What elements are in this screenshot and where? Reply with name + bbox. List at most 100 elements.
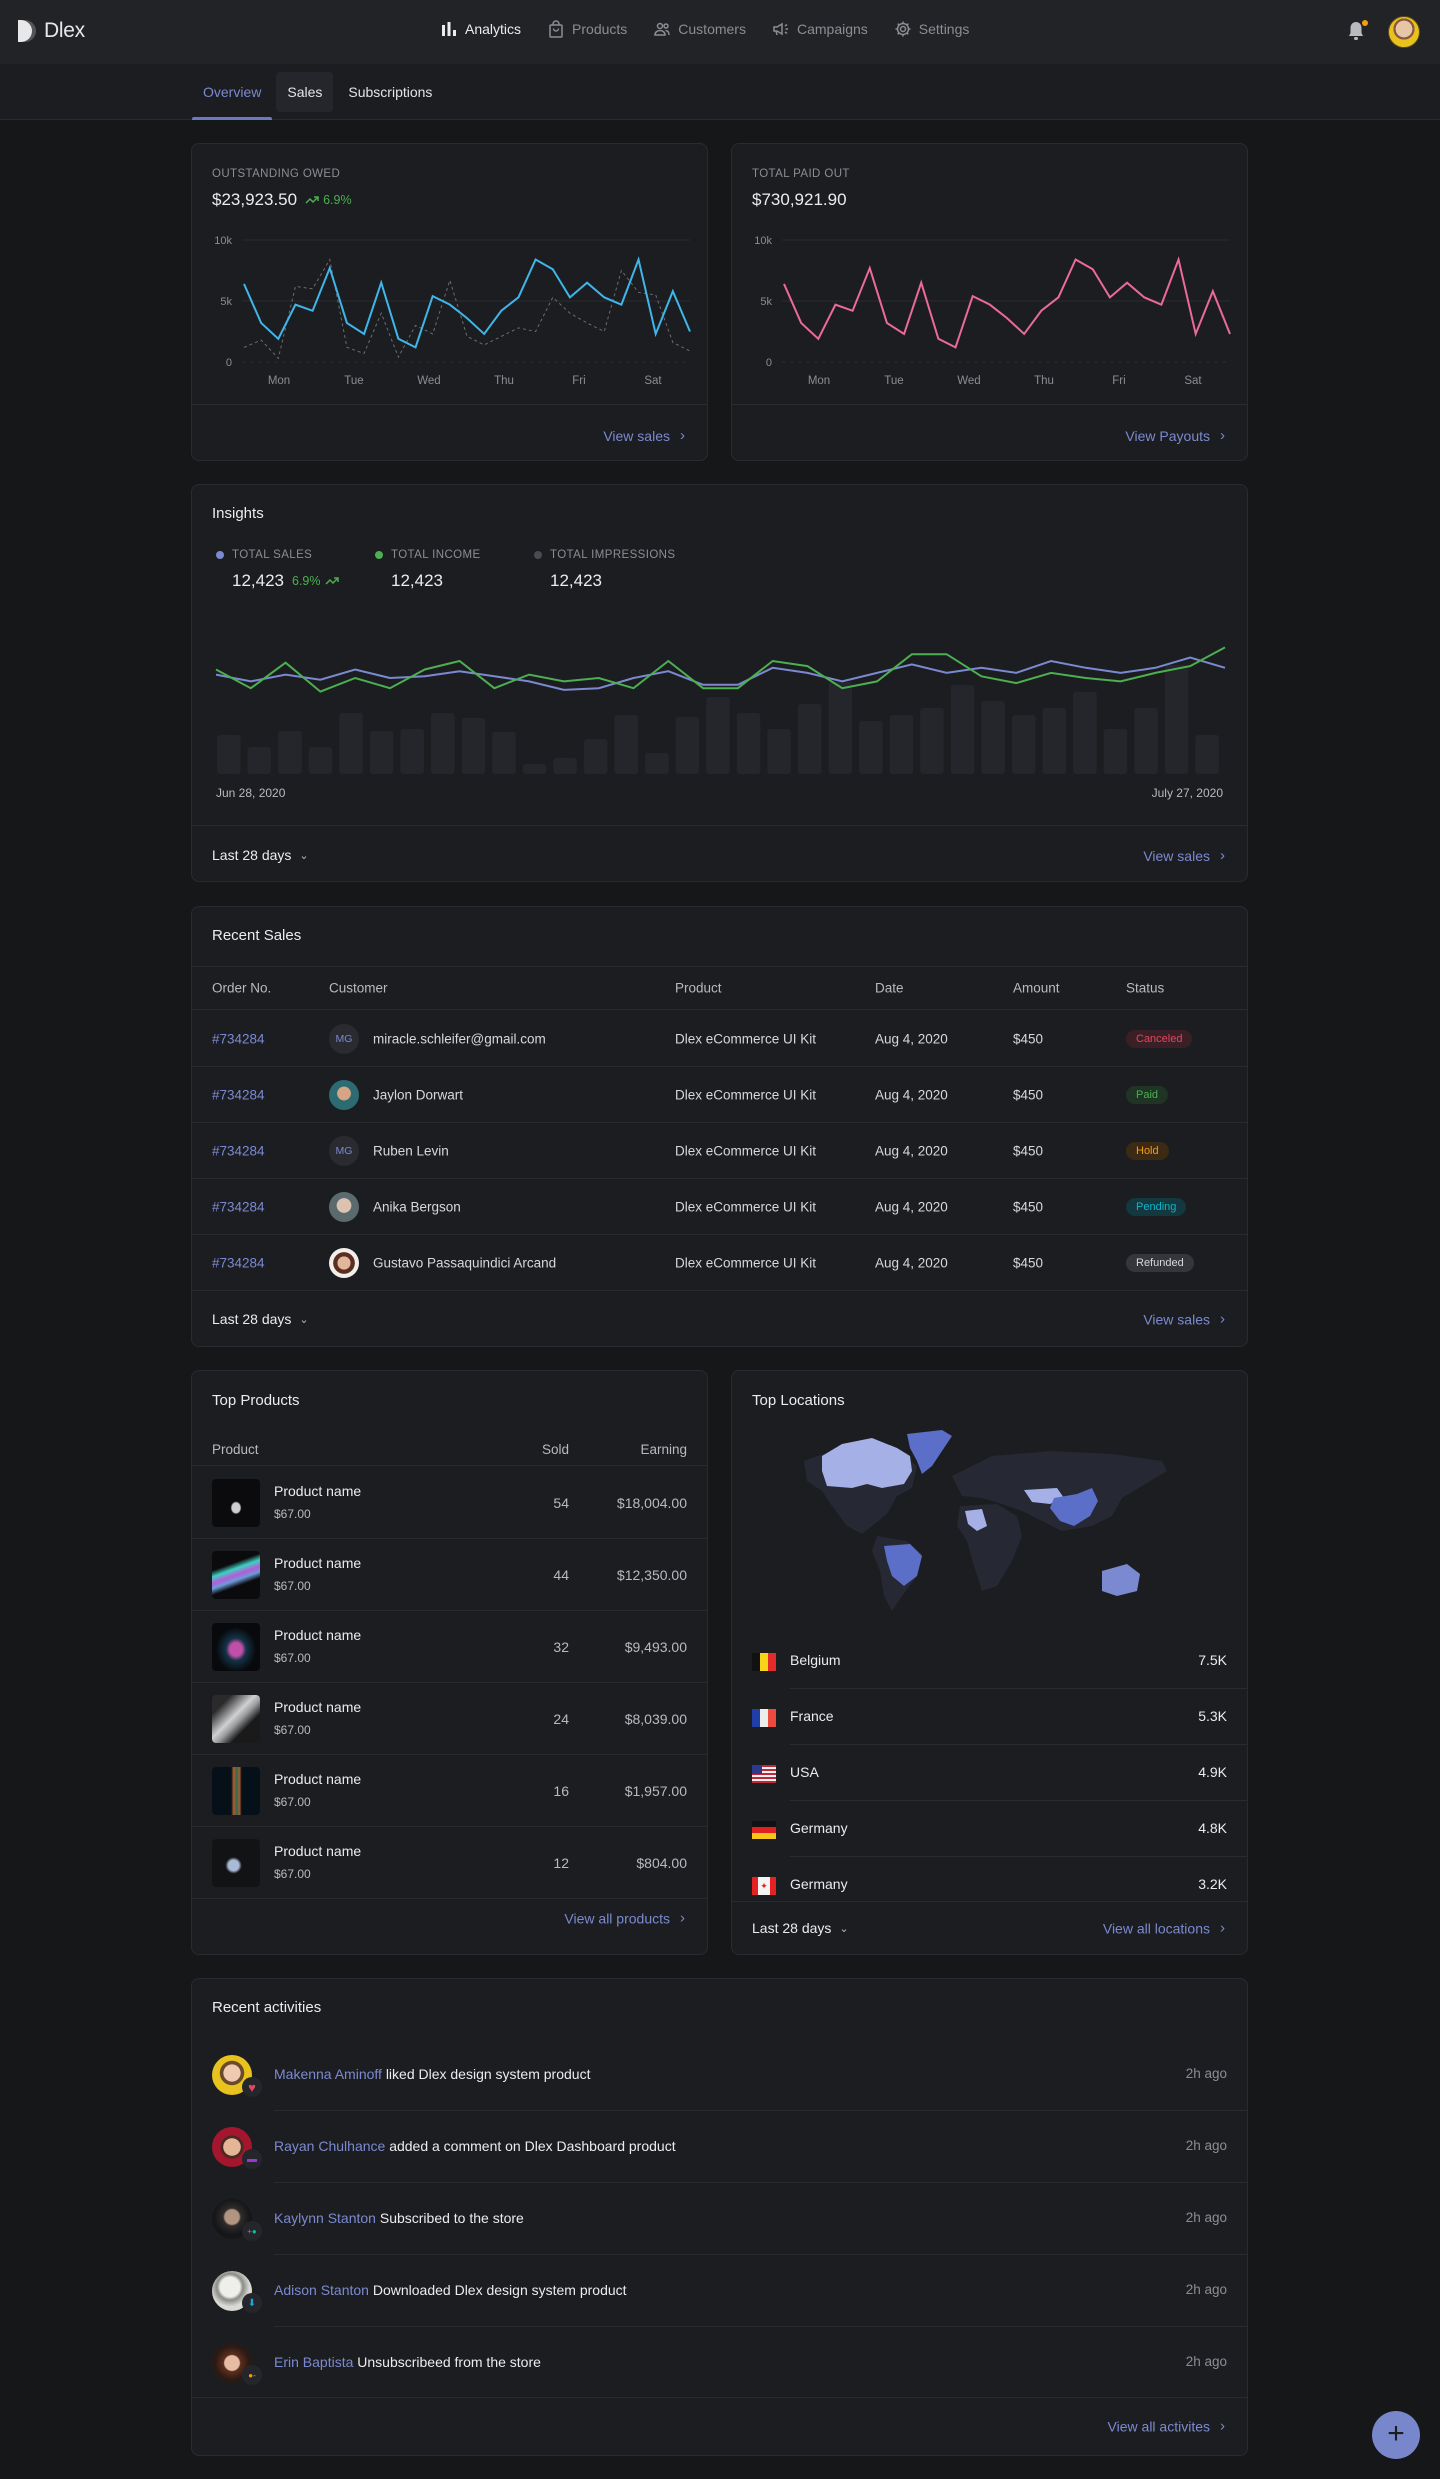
view-all-products-link[interactable]: View all products › [564,1910,685,1927]
column-header: Product [675,980,722,996]
nav-item-settings[interactable]: Settings [894,20,970,38]
product-earning: $9,493.00 [624,1639,687,1655]
table-row[interactable]: #734284 MG Ruben Levin Dlex eCommerce UI Ki… [192,1123,1247,1179]
table-row[interactable]: #734284 MG miracle.schleifer@gmail.com Dlex… [192,1011,1247,1067]
view-sales-link[interactable]: View sales › [1143,847,1225,864]
y-tick-label: 0 [766,357,772,369]
outstanding-amount: $23,923.50 6.9% [212,190,352,210]
activity-time: 2h ago [1185,2210,1227,2225]
nav-item-customers[interactable]: Customers [653,20,746,38]
product-name: Dlex eCommerce UI Kit [675,1031,817,1046]
table-row[interactable]: #734284 Gustavo Passaquindici Arcand Dlex … [192,1235,1247,1291]
add-button[interactable]: + [1372,2411,1420,2459]
impressions-bar [308,747,333,774]
activity-user-link[interactable]: Adison Stanton [274,2282,369,2298]
activity-item: ⬇ Adison Stanton Downloaded Dlex design s… [192,2255,1247,2327]
order-number-link[interactable]: #734284 [212,1199,265,1214]
order-number-link[interactable]: #734284 [212,1087,265,1102]
legend-dot [534,551,542,559]
impressions-bar [1134,708,1158,774]
map-canada [822,1438,912,1488]
location-row[interactable]: ✦ Germany 3.2K [732,1857,1247,1913]
location-row[interactable]: Belgium 7.5K [732,1633,1247,1689]
dropdown-value: Last 28 days [752,1920,832,1936]
order-date: Aug 4, 2020 [875,1199,948,1214]
date-range-dropdown[interactable]: Last 28 days ⌄ [212,1311,309,1327]
logo[interactable]: Dlex [18,19,85,43]
order-number-link[interactable]: #734284 [212,1255,265,1270]
table-row[interactable]: #734284 Anika Bergson Dlex eCommerce UI Ki… [192,1179,1247,1235]
nav-item-products[interactable]: Products [547,20,627,38]
belgium-flag-icon [752,1653,776,1671]
impressions-bar [492,732,516,774]
chevron-right-icon: › [680,1909,685,1927]
impressions-bar [797,704,822,774]
y-tick-label: 10k [214,235,232,247]
activity-user-link[interactable]: Erin Baptista [274,2354,353,2370]
product-row[interactable]: Product name $67.00 32 $9,493.00 [192,1611,707,1683]
tab-overview[interactable]: Overview [192,72,273,120]
trend-indicator: 6.9% [305,193,352,207]
column-header: Status [1126,980,1165,996]
activity-time: 2h ago [1185,2066,1227,2081]
view-payouts-link[interactable]: View Payouts › [1125,427,1225,444]
activity-item: ♥ Makenna Aminoff liked Dlex design syste… [192,2039,1247,2111]
product-price: $67.00 [274,1651,311,1665]
product-thumbnail [212,1551,260,1599]
nav-label: Settings [918,21,970,37]
card-label: TOTAL PAID OUT [752,168,850,180]
product-row[interactable]: Product name $67.00 54 $18,004.00 [192,1467,707,1539]
date-range-dropdown[interactable]: Last 28 days ⌄ [212,847,309,863]
product-row[interactable]: Product name $67.00 12 $804.00 [192,1827,707,1899]
location-row[interactable]: USA 4.9K [732,1745,1247,1801]
view-sales-link[interactable]: View sales › [1143,1311,1225,1328]
bar-chart-icon [442,22,456,36]
activity-user-link[interactable]: Kaylynn Stanton [274,2210,376,2226]
chevron-right-icon: › [1220,847,1225,864]
product-name: Product name [274,1627,362,1643]
user-avatar[interactable] [1388,16,1420,48]
activity-item: ●- Erin Baptista Unsubscribeed from the s… [192,2327,1247,2399]
impressions-bar [1103,729,1128,774]
product-row[interactable]: Product name $67.00 44 $12,350.00 [192,1539,707,1611]
activity-user-link[interactable]: Makenna Aminoff [274,2066,382,2082]
dropdown-value: Last 28 days [212,847,292,863]
order-amount: $450 [1013,1199,1044,1214]
location-row[interactable]: France 5.3K [732,1689,1247,1745]
nav-label: Analytics [465,21,522,37]
order-number-link[interactable]: #734284 [212,1031,265,1046]
nav-item-analytics[interactable]: Analytics [440,20,521,38]
date-range-dropdown[interactable]: Last 28 days ⌄ [752,1920,849,1936]
location-row[interactable]: Germany 4.8K [732,1801,1247,1857]
product-row[interactable]: Product name $67.00 24 $8,039.00 [192,1683,707,1755]
country-value: 3.2K [1198,1876,1227,1892]
notifications-button[interactable] [1346,20,1368,42]
product-row[interactable]: Product name $67.00 16 $1,957.00 [192,1755,707,1827]
activity-user-link[interactable]: Rayan Chulhance [274,2138,385,2154]
column-header: Customer [329,980,388,996]
nav-item-campaigns[interactable]: Campaigns [772,20,868,38]
amount-value: $23,923.50 [212,190,298,209]
impressions-bar [1164,665,1189,774]
customer-name: Gustavo Passaquindici Arcand [373,1255,557,1270]
x-tick-label: Tue [884,375,903,387]
tab-sales[interactable]: Sales [276,72,334,112]
link-label: View sales [1143,1311,1210,1327]
tab-subscriptions[interactable]: Subscriptions [337,72,443,112]
customer-name: miracle.schleifer@gmail.com [373,1031,546,1046]
table-row[interactable]: #734284 Jaylon Dorwart Dlex eCommerce UI K… [192,1067,1247,1123]
series-line-paid-out [783,256,1231,349]
view-all-activities-link[interactable]: View all activites › [1108,2418,1225,2435]
top-locations-card: Top Locations Belgium 7.5K France 5.3K USA 4.… [731,1370,1248,1955]
order-number-link[interactable]: #734284 [212,1143,265,1158]
kpi-value: 12,423 [391,571,443,590]
status-badge: Canceled [1126,1029,1193,1048]
main-nav: Analytics Products Customers Campaigns S… [440,20,969,38]
view-all-locations-link[interactable]: View all locations › [1103,1920,1225,1937]
status-badge: Refunded [1126,1253,1194,1272]
country-name: Belgium [790,1652,841,1668]
user-add-icon: +● [242,2221,262,2241]
view-sales-link[interactable]: View sales › [603,427,685,444]
activity-time: 2h ago [1185,2282,1227,2297]
product-name: Dlex eCommerce UI Kit [675,1199,817,1214]
